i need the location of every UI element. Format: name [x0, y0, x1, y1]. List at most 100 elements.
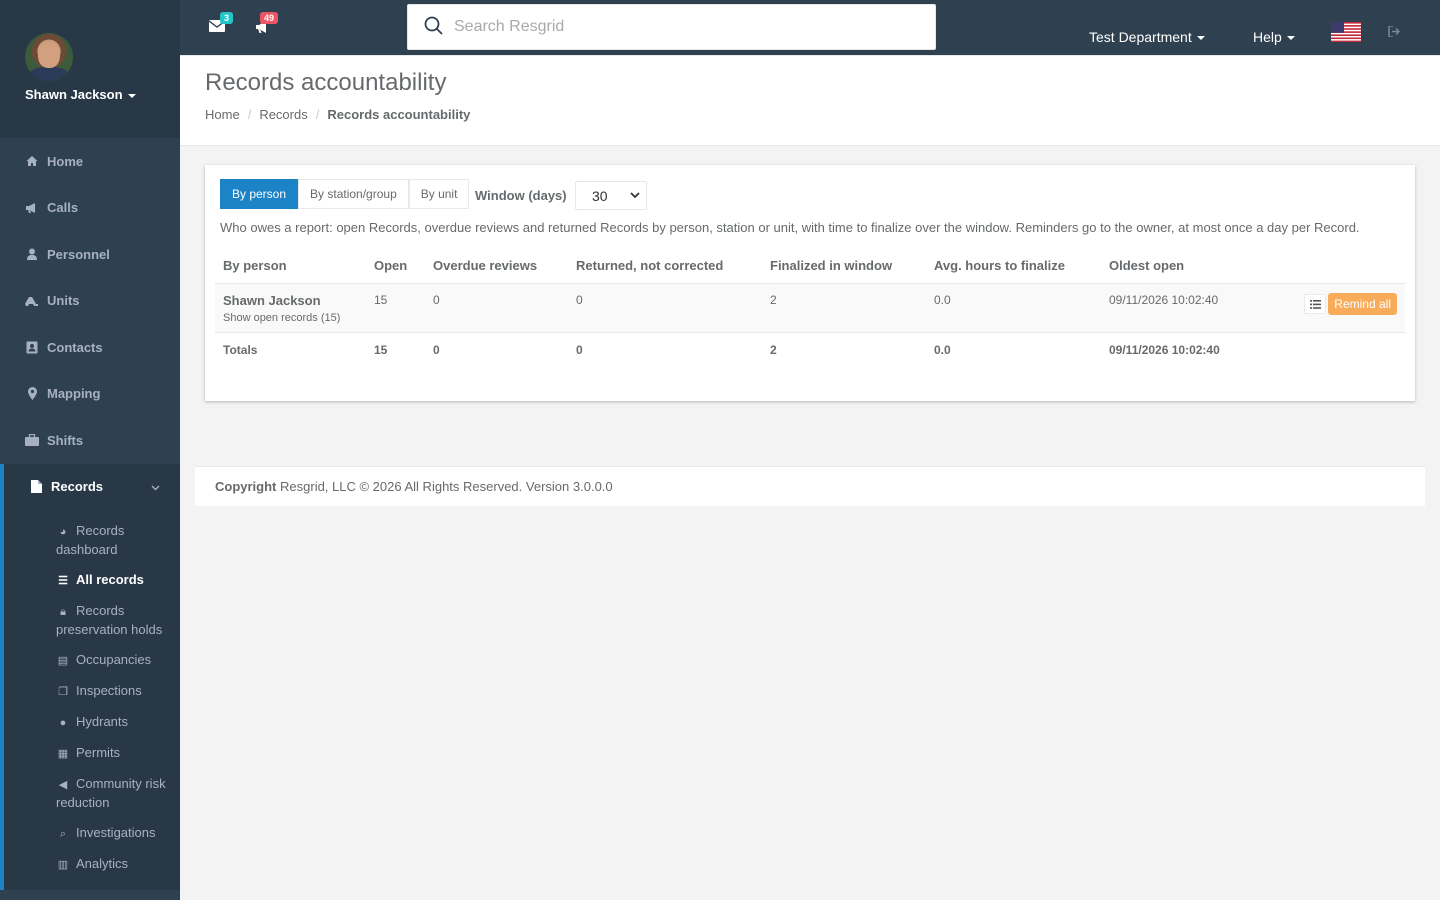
bar-chart-icon: ▥ — [57, 858, 69, 871]
caret-down-icon — [127, 93, 136, 98]
col-header-finalized[interactable]: Finalized in window — [762, 250, 926, 284]
view-toggle-group: By person By station/group By unit — [220, 179, 470, 209]
remind-all-button[interactable]: Remind all — [1328, 293, 1397, 315]
chevron-down-icon — [630, 191, 640, 201]
sidebar-item-records[interactable]: Records — [0, 463, 180, 510]
logout-button[interactable] — [1388, 25, 1401, 40]
sidebar-item-preservation-holds[interactable]: 🔒︎ Records preservation holds — [4, 596, 180, 645]
footer: Copyright Resgrid, LLC © 2026 All Rights… — [195, 466, 1425, 506]
search-box[interactable] — [407, 4, 936, 50]
user-menu[interactable]: Shawn Jackson — [25, 87, 136, 102]
page-heading: Records accountability Home / Records / Reco… — [180, 56, 1440, 146]
window-label: Window (days) — [475, 188, 567, 203]
show-open-records-link[interactable]: Show open records (15) — [223, 312, 358, 324]
tab-by-person[interactable]: By person — [220, 179, 299, 209]
sidebar-item-units[interactable]: Units — [0, 278, 180, 325]
page-title: Records accountability — [205, 69, 447, 96]
footer-version: Version 3.0.0.0 — [525, 479, 613, 494]
sidebar-item-shifts[interactable]: Shifts — [0, 417, 180, 464]
briefcase-icon — [25, 433, 39, 447]
tab-by-station-group[interactable]: By station/group — [298, 179, 409, 209]
notifications-button[interactable]: 49 — [255, 12, 279, 36]
tint-icon: ● — [59, 716, 67, 729]
sidebar-item-label: Calls — [47, 200, 79, 216]
department-dropdown[interactable]: Test Department — [1089, 29, 1205, 45]
search-icon — [424, 16, 443, 35]
sidebar-item-label: Inspections — [76, 682, 142, 698]
help-dropdown[interactable]: Help — [1253, 29, 1295, 45]
breadcrumb-current: Records accountability — [327, 107, 471, 122]
sidebar-item-label: Contacts — [47, 339, 103, 355]
cell-finalized: 2 — [762, 283, 926, 333]
messages-button[interactable]: 3 — [208, 12, 234, 36]
cell-oldest-open: 09/11/2026 10:02:40 — [1101, 283, 1271, 333]
map-marker-icon — [25, 387, 39, 401]
col-header-avg-hours[interactable]: Avg. hours to finalize — [926, 250, 1101, 284]
search-input[interactable] — [454, 18, 914, 36]
footer-copyright-label: Copyright — [215, 479, 277, 494]
totals-overdue: 0 — [433, 343, 440, 357]
sidebar-item-label: Occupancies — [76, 651, 152, 667]
chevron-down-icon — [151, 479, 160, 494]
search-icon: ⌕ — [59, 827, 67, 840]
sidebar-item-label: Hydrants — [76, 713, 129, 729]
sidebar-item-mapping[interactable]: Mapping — [0, 371, 180, 418]
sidebar-item-all-records[interactable]: ☰ All records — [4, 565, 180, 596]
cell-overdue: 0 — [425, 283, 568, 333]
sidebar-item-home[interactable]: Home — [0, 138, 180, 185]
sidebar-item-community-risk-reduction[interactable]: ◀ Community risk reduction — [4, 769, 180, 818]
cell-avg-hours: 0.0 — [926, 283, 1101, 333]
sidebar-item-analytics[interactable]: ▥ Analytics — [4, 849, 180, 880]
col-header-oldest-open[interactable]: Oldest open — [1101, 250, 1271, 284]
sign-out-icon — [1388, 25, 1401, 38]
col-header-open[interactable]: Open — [366, 250, 425, 284]
sidebar-item-investigations[interactable]: ⌕ Investigations — [4, 818, 180, 849]
caret-down-icon — [1286, 36, 1295, 41]
list-icon: ☰ — [58, 574, 68, 587]
col-header-returned[interactable]: Returned, not corrected — [568, 250, 762, 284]
sidebar-item-label: Home — [47, 153, 84, 169]
notifications-count-badge: 49 — [260, 12, 279, 24]
sidebar: Shawn Jackson Home Calls Personnel Units… — [0, 0, 180, 900]
copy-icon: ❐ — [58, 685, 68, 698]
avatar[interactable] — [25, 33, 73, 81]
us-flag-icon[interactable] — [1331, 22, 1361, 42]
sidebar-item-contacts[interactable]: Contacts — [0, 324, 180, 371]
cell-open: 15 — [366, 283, 425, 333]
window-days-value: 30 — [592, 187, 608, 204]
totals-finalized: 2 — [770, 343, 777, 357]
file-icon — [29, 480, 43, 494]
tab-by-unit[interactable]: By unit — [408, 179, 470, 209]
sidebar-item-label: Analytics — [76, 855, 129, 871]
breadcrumb: Home / Records / Records accountability — [205, 107, 471, 122]
sidebar-item-hydrants[interactable]: ● Hydrants — [4, 707, 180, 738]
sidebar-item-records-dashboard[interactable]: ◕ Records dashboard — [4, 516, 180, 565]
window-days-select[interactable]: 30 — [575, 181, 647, 210]
sidebar-item-label: Investigations — [76, 824, 156, 840]
table-header-row: By person Open Overdue reviews Returned,… — [215, 250, 1405, 284]
sidebar-item-personnel[interactable]: Personnel — [0, 231, 180, 278]
totals-row: Totals 15 0 0 2 0.0 09/11/2026 10:02:40 — [215, 333, 1405, 366]
breadcrumb-records[interactable]: Records — [259, 107, 307, 122]
department-label: Test Department — [1089, 29, 1192, 45]
col-header-by-person[interactable]: By person — [215, 250, 366, 284]
bullhorn-icon — [25, 201, 39, 215]
cell-returned: 0 — [568, 283, 762, 333]
sidebar-item-calls[interactable]: Calls — [0, 185, 180, 232]
address-book-icon — [25, 340, 39, 354]
sidebar-item-label: Personnel — [47, 246, 110, 262]
col-header-overdue-reviews[interactable]: Overdue reviews — [425, 250, 568, 284]
sidebar-item-label: Shifts — [47, 432, 84, 448]
building-icon: ▤ — [57, 654, 69, 667]
sidebar-item-permits[interactable]: ▦ Permits — [4, 738, 180, 769]
sidebar-item-inspections[interactable]: ❐ Inspections — [4, 676, 180, 707]
view-list-button[interactable] — [1304, 294, 1327, 314]
user-name: Shawn Jackson — [25, 87, 123, 102]
sidebar-item-occupancies[interactable]: ▤ Occupancies — [4, 645, 180, 676]
totals-avg-hours: 0.0 — [934, 343, 951, 357]
totals-open: 15 — [374, 343, 388, 357]
cell-person: Shawn Jackson Show open records (15) — [215, 283, 366, 333]
cell-actions: Remind all — [1271, 283, 1405, 333]
breadcrumb-home[interactable]: Home — [205, 107, 240, 122]
help-label: Help — [1253, 29, 1282, 45]
